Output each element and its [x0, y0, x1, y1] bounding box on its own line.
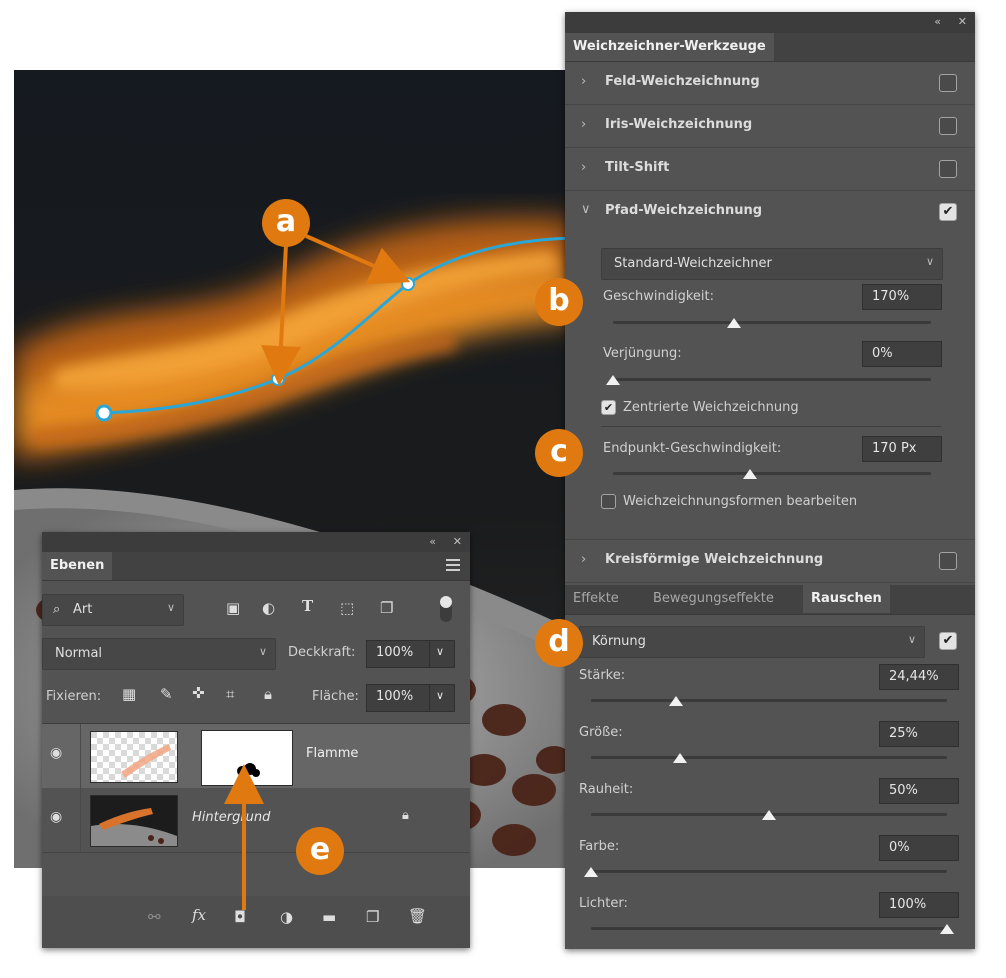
- callout-badge-c: c: [535, 429, 583, 477]
- callout-badge-e: e: [296, 827, 344, 875]
- arrow-a-down: [261, 243, 301, 386]
- callout-badge-a: a: [262, 199, 310, 247]
- arrow-a-right: [305, 234, 411, 285]
- callout-badge-b: b: [535, 278, 583, 326]
- callout-arrows: [224, 234, 411, 910]
- callout-badge-d: d: [535, 619, 583, 667]
